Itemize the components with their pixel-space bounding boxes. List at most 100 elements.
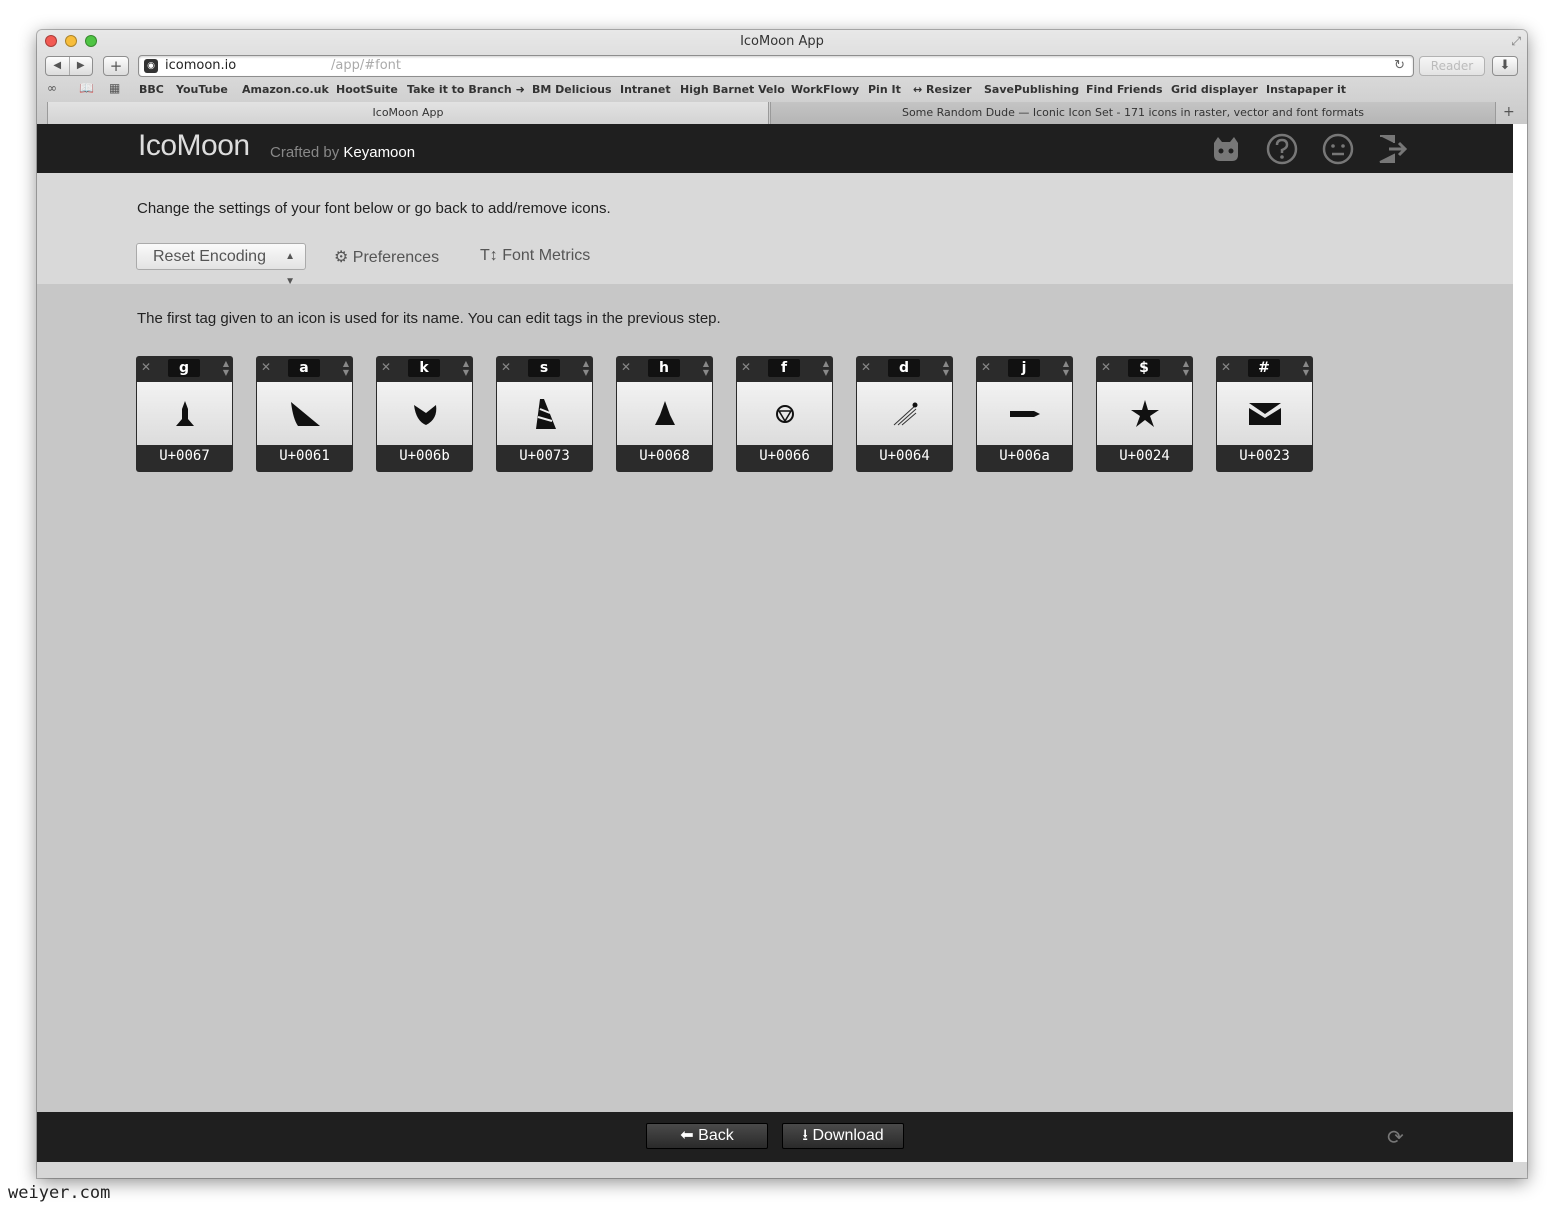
reload-icon[interactable]: ↻ [1394, 56, 1405, 76]
remove-glyph-icon[interactable]: ✕ [1221, 360, 1231, 374]
add-bookmark-button[interactable]: + [103, 56, 129, 76]
logout-icon[interactable] [1377, 133, 1409, 165]
tab-icomoon[interactable]: IcoMoon App [47, 102, 769, 124]
glyph-preview [617, 382, 712, 445]
stepper-arrows-icon[interactable]: ▲ ▼ [943, 359, 949, 377]
top-sites-grid-icon[interactable]: ▦ [109, 81, 120, 95]
bookmarks-bar: ∞ 📖 ▦ BBC YouTube Amazon.co.uk HootSuite… [37, 81, 1527, 99]
bookmark-item[interactable]: ↔ Resizer [913, 83, 972, 96]
solar-sail-icon [290, 401, 320, 426]
remove-glyph-icon[interactable]: ✕ [981, 360, 991, 374]
glyph-code: U+0067 [159, 448, 210, 464]
glyph-code: U+0061 [279, 448, 330, 464]
glyph-card: ✕ h ▲ ▼ U+0068 [616, 356, 713, 472]
preferences-label: Preferences [352, 249, 440, 266]
help-icon[interactable] [1266, 133, 1298, 165]
tab-iconic[interactable]: Some Random Dude — Iconic Icon Set - 171… [770, 102, 1496, 124]
glyph-char-input[interactable]: k [408, 359, 440, 377]
glyph-code: U+0066 [759, 448, 810, 464]
glyph-char-input[interactable]: j [1008, 359, 1040, 377]
stepper-arrows-icon[interactable]: ▲ ▼ [223, 359, 229, 377]
bookmark-item[interactable]: Amazon.co.uk [242, 83, 329, 96]
bookmark-item[interactable]: Instapaper it [1266, 83, 1346, 96]
fullscreen-icon[interactable]: ⤢ [1511, 34, 1521, 49]
scrollbar-track[interactable] [1513, 124, 1527, 1162]
font-settings-panel: Change the settings of your font below o… [37, 173, 1513, 287]
glyph-preview [137, 382, 232, 445]
bookmark-item[interactable]: BBC [139, 83, 164, 96]
remove-glyph-icon[interactable]: ✕ [501, 360, 511, 374]
font-metrics-button[interactable]: T↕ Font Metrics [480, 247, 590, 265]
crafted-by-label: Crafted by [270, 144, 340, 161]
github-icon[interactable] [1210, 133, 1242, 165]
remove-glyph-icon[interactable]: ✕ [141, 360, 151, 374]
remove-glyph-icon[interactable]: ✕ [741, 360, 751, 374]
remove-glyph-icon[interactable]: ✕ [861, 360, 871, 374]
remove-glyph-icon[interactable]: ✕ [261, 360, 271, 374]
reader-button[interactable]: Reader [1419, 56, 1485, 76]
glyph-card-top: ✕ h ▲ ▼ [616, 356, 713, 381]
bookmark-item[interactable]: Intranet [620, 83, 671, 96]
encoding-select[interactable]: Reset Encoding ▲ ▼ [136, 243, 306, 287]
glyph-char-input[interactable]: h [648, 359, 680, 377]
bookmark-item[interactable]: HootSuite [336, 83, 398, 96]
url-path: /app/#font [331, 58, 401, 73]
stepper-arrows-icon[interactable]: ▲ ▼ [463, 359, 469, 377]
glyph-preview [497, 382, 592, 445]
downloads-icon[interactable]: ⬇ [1492, 56, 1518, 76]
remove-glyph-icon[interactable]: ✕ [1101, 360, 1111, 374]
bookmark-item[interactable]: Take it to Branch ➜ [407, 83, 525, 96]
address-bar[interactable]: ◉ icomoon.io /app/#font ↻ [138, 55, 1414, 77]
bookmark-item[interactable]: WorkFlowy [791, 83, 859, 96]
download-button[interactable]: ⭳ Download [782, 1123, 904, 1149]
stepper-arrows-icon[interactable]: ▲ ▼ [583, 359, 589, 377]
bookmark-item[interactable]: BM Delicious [532, 83, 612, 96]
crafted-by: Crafted by Keyamoon [270, 144, 415, 161]
author-link[interactable]: Keyamoon [343, 144, 415, 161]
stepper-arrows-icon[interactable]: ▲ ▼ [1183, 359, 1189, 377]
glyph-char-input[interactable]: f [768, 359, 800, 377]
smiley-icon[interactable] [1322, 133, 1354, 165]
browser-toolbar: ◀ ▶ + ◉ icomoon.io /app/#font ↻ Reader ⬇ [37, 54, 1527, 80]
text-height-icon: T↕ [480, 247, 498, 264]
glyph-card: ✕ j ▲ ▼ U+006a [976, 356, 1073, 472]
glyph-char-input[interactable]: a [288, 359, 320, 377]
bookmark-item[interactable]: Grid displayer [1171, 83, 1258, 96]
glyph-char-input[interactable]: d [888, 359, 920, 377]
glyph-card-top: ✕ # ▲ ▼ [1216, 356, 1313, 381]
new-tab-icon[interactable]: + [1503, 104, 1515, 120]
bookmark-item[interactable]: High Barnet Velo [680, 83, 785, 96]
stepper-arrows-icon[interactable]: ▲ ▼ [1303, 359, 1309, 377]
close-window-button[interactable] [45, 35, 57, 47]
app-logo[interactable]: IcoMoon [138, 129, 250, 163]
bookmarks-book-icon[interactable]: 📖 [79, 81, 94, 95]
stepper-arrows-icon[interactable]: ▲ ▼ [1063, 359, 1069, 377]
download-label: Download [812, 1127, 884, 1144]
glyph-preview [857, 382, 952, 445]
stepper-arrows-icon[interactable]: ▲ ▼ [823, 359, 829, 377]
forward-arrow-icon[interactable]: ▶ [70, 57, 93, 75]
glyph-char-input[interactable]: g [168, 359, 200, 377]
glyph-char-input[interactable]: s [528, 359, 560, 377]
glyph-char-input[interactable]: $ [1128, 359, 1160, 377]
glyph-preview [257, 382, 352, 445]
bookmark-item[interactable]: Find Friends [1086, 83, 1163, 96]
app-footer: ⬅ Back ⭳ Download ⟳ [37, 1112, 1513, 1162]
zoom-window-button[interactable] [85, 35, 97, 47]
back-button[interactable]: ⬅ Back [646, 1123, 768, 1149]
reading-list-icon[interactable]: ∞ [47, 81, 57, 95]
back-arrow-icon[interactable]: ◀ [46, 57, 70, 75]
bookmark-item[interactable]: Pin It [868, 83, 901, 96]
window-title: IcoMoon App [740, 34, 824, 49]
minimize-window-button[interactable] [65, 35, 77, 47]
stepper-arrows-icon[interactable]: ▲ ▼ [703, 359, 709, 377]
bookmark-item[interactable]: YouTube [176, 83, 228, 96]
remove-glyph-icon[interactable]: ✕ [621, 360, 631, 374]
remove-glyph-icon[interactable]: ✕ [381, 360, 391, 374]
back-label: Back [698, 1127, 734, 1144]
stepper-arrows-icon[interactable]: ▲ ▼ [343, 359, 349, 377]
glyph-char-input[interactable]: # [1248, 359, 1280, 377]
preferences-button[interactable]: ⚙ Preferences [334, 247, 439, 267]
bookmark-item[interactable]: SavePublishing [984, 83, 1079, 96]
sync-icon[interactable]: ⟳ [1387, 1125, 1404, 1149]
